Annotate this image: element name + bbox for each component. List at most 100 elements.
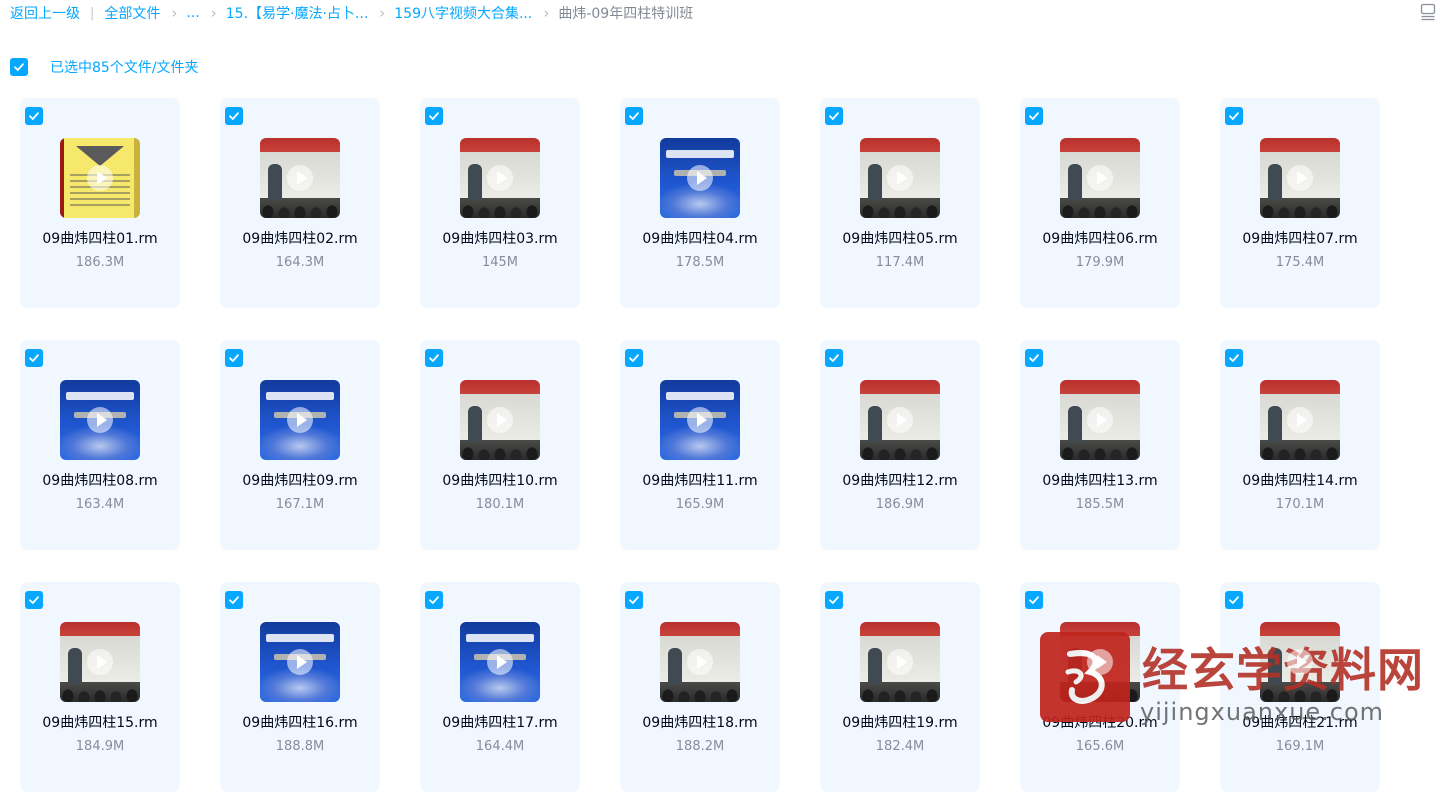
- file-checkbox[interactable]: [1225, 349, 1243, 367]
- video-thumbnail[interactable]: [1260, 380, 1340, 460]
- file-checkbox[interactable]: [825, 349, 843, 367]
- file-checkbox[interactable]: [1025, 349, 1043, 367]
- file-name[interactable]: 09曲炜四柱12.rm: [820, 470, 980, 490]
- video-thumbnail[interactable]: [860, 138, 940, 218]
- file-size: 184.9M: [75, 739, 125, 754]
- video-thumbnail[interactable]: [1260, 138, 1340, 218]
- file-card[interactable]: 09曲炜四柱20.rm 165.6M: [1020, 582, 1180, 792]
- file-card[interactable]: 09曲炜四柱13.rm 185.5M: [1020, 340, 1180, 550]
- video-thumbnail[interactable]: [60, 380, 140, 460]
- list-view-icon[interactable]: [1420, 3, 1436, 21]
- file-checkbox[interactable]: [25, 107, 43, 125]
- file-checkbox[interactable]: [25, 591, 43, 609]
- file-card[interactable]: 09曲炜四柱14.rm 170.1M: [1220, 340, 1380, 550]
- file-card[interactable]: 09曲炜四柱10.rm 180.1M: [420, 340, 580, 550]
- file-card[interactable]: 09曲炜四柱07.rm 175.4M: [1220, 98, 1380, 308]
- file-card[interactable]: 09曲炜四柱03.rm 145M: [420, 98, 580, 308]
- file-card[interactable]: 09曲炜四柱05.rm 117.4M: [820, 98, 980, 308]
- file-checkbox[interactable]: [225, 591, 243, 609]
- video-thumbnail[interactable]: [260, 380, 340, 460]
- file-name[interactable]: 09曲炜四柱20.rm: [1020, 712, 1180, 732]
- file-card[interactable]: 09曲炜四柱11.rm 165.9M: [620, 340, 780, 550]
- file-checkbox[interactable]: [225, 107, 243, 125]
- video-thumbnail[interactable]: [1060, 380, 1140, 460]
- checkmark-icon: [829, 354, 839, 362]
- file-card[interactable]: 09曲炜四柱09.rm 167.1M: [220, 340, 380, 550]
- file-checkbox[interactable]: [425, 107, 443, 125]
- file-checkbox[interactable]: [625, 349, 643, 367]
- video-thumbnail[interactable]: [260, 138, 340, 218]
- file-name[interactable]: 09曲炜四柱04.rm: [620, 228, 780, 248]
- video-thumbnail[interactable]: [460, 138, 540, 218]
- file-name[interactable]: 09曲炜四柱13.rm: [1020, 470, 1180, 490]
- video-thumbnail[interactable]: [60, 622, 140, 702]
- file-name[interactable]: 09曲炜四柱09.rm: [220, 470, 380, 490]
- file-card[interactable]: 09曲炜四柱06.rm 179.9M: [1020, 98, 1180, 308]
- breadcrumb-ellipsis[interactable]: ...: [186, 5, 199, 21]
- video-thumbnail[interactable]: [260, 622, 340, 702]
- back-link[interactable]: 返回上一级: [10, 3, 80, 23]
- video-thumbnail[interactable]: [60, 138, 140, 218]
- video-thumbnail[interactable]: [860, 622, 940, 702]
- checkmark-icon: [29, 112, 39, 120]
- file-card[interactable]: 09曲炜四柱15.rm 184.9M: [20, 582, 180, 792]
- file-card[interactable]: 09曲炜四柱12.rm 186.9M: [820, 340, 980, 550]
- video-thumbnail[interactable]: [460, 380, 540, 460]
- file-checkbox[interactable]: [625, 591, 643, 609]
- breadcrumb-folder-15[interactable]: 15.【易学·魔法·占卜...: [226, 3, 369, 23]
- file-name[interactable]: 09曲炜四柱18.rm: [620, 712, 780, 732]
- file-card[interactable]: 09曲炜四柱02.rm 164.3M: [220, 98, 380, 308]
- file-name[interactable]: 09曲炜四柱17.rm: [420, 712, 580, 732]
- file-name[interactable]: 09曲炜四柱06.rm: [1020, 228, 1180, 248]
- file-card[interactable]: 09曲炜四柱08.rm 163.4M: [20, 340, 180, 550]
- selection-bar: 已选中85个文件/文件夹: [10, 56, 199, 78]
- file-checkbox[interactable]: [425, 591, 443, 609]
- file-name[interactable]: 09曲炜四柱21.rm: [1220, 712, 1380, 732]
- file-card[interactable]: 09曲炜四柱01.rm 186.3M: [20, 98, 180, 308]
- file-name[interactable]: 09曲炜四柱01.rm: [20, 228, 180, 248]
- file-name[interactable]: 09曲炜四柱05.rm: [820, 228, 980, 248]
- file-name[interactable]: 09曲炜四柱07.rm: [1220, 228, 1380, 248]
- video-thumbnail[interactable]: [1060, 622, 1140, 702]
- breadcrumb-folder-159[interactable]: 159八字视频大合集...: [394, 3, 532, 23]
- file-card[interactable]: 09曲炜四柱18.rm 188.2M: [620, 582, 780, 792]
- file-name[interactable]: 09曲炜四柱19.rm: [820, 712, 980, 732]
- video-thumbnail[interactable]: [460, 622, 540, 702]
- breadcrumb-all-files[interactable]: 全部文件: [104, 3, 160, 23]
- file-card[interactable]: 09曲炜四柱19.rm 182.4M: [820, 582, 980, 792]
- file-checkbox[interactable]: [1025, 591, 1043, 609]
- video-thumbnail[interactable]: [660, 380, 740, 460]
- file-name[interactable]: 09曲炜四柱08.rm: [20, 470, 180, 490]
- file-checkbox[interactable]: [825, 591, 843, 609]
- video-thumbnail[interactable]: [660, 138, 740, 218]
- file-checkbox[interactable]: [25, 349, 43, 367]
- file-name[interactable]: 09曲炜四柱11.rm: [620, 470, 780, 490]
- file-checkbox[interactable]: [1225, 107, 1243, 125]
- file-name[interactable]: 09曲炜四柱10.rm: [420, 470, 580, 490]
- play-icon: [287, 649, 313, 675]
- file-name[interactable]: 09曲炜四柱14.rm: [1220, 470, 1380, 490]
- file-checkbox[interactable]: [825, 107, 843, 125]
- file-name[interactable]: 09曲炜四柱02.rm: [220, 228, 380, 248]
- video-thumbnail[interactable]: [860, 380, 940, 460]
- chevron-right-icon: ›: [210, 4, 217, 22]
- file-name[interactable]: 09曲炜四柱16.rm: [220, 712, 380, 732]
- video-thumbnail[interactable]: [1060, 138, 1140, 218]
- video-thumbnail[interactable]: [1260, 622, 1340, 702]
- file-checkbox[interactable]: [225, 349, 243, 367]
- file-name[interactable]: 09曲炜四柱03.rm: [420, 228, 580, 248]
- file-checkbox[interactable]: [625, 107, 643, 125]
- file-card[interactable]: 09曲炜四柱04.rm 178.5M: [620, 98, 780, 308]
- file-checkbox[interactable]: [1025, 107, 1043, 125]
- checkmark-icon: [629, 596, 639, 604]
- file-checkbox[interactable]: [1225, 591, 1243, 609]
- chevron-right-icon: ›: [379, 4, 386, 22]
- select-all-checkbox[interactable]: [10, 58, 28, 76]
- file-card[interactable]: 09曲炜四柱21.rm 169.1M: [1220, 582, 1380, 792]
- file-card[interactable]: 09曲炜四柱17.rm 164.4M: [420, 582, 580, 792]
- video-thumbnail[interactable]: [660, 622, 740, 702]
- file-card[interactable]: 09曲炜四柱16.rm 188.8M: [220, 582, 380, 792]
- file-checkbox[interactable]: [425, 349, 443, 367]
- file-name[interactable]: 09曲炜四柱15.rm: [20, 712, 180, 732]
- checkmark-icon: [429, 112, 439, 120]
